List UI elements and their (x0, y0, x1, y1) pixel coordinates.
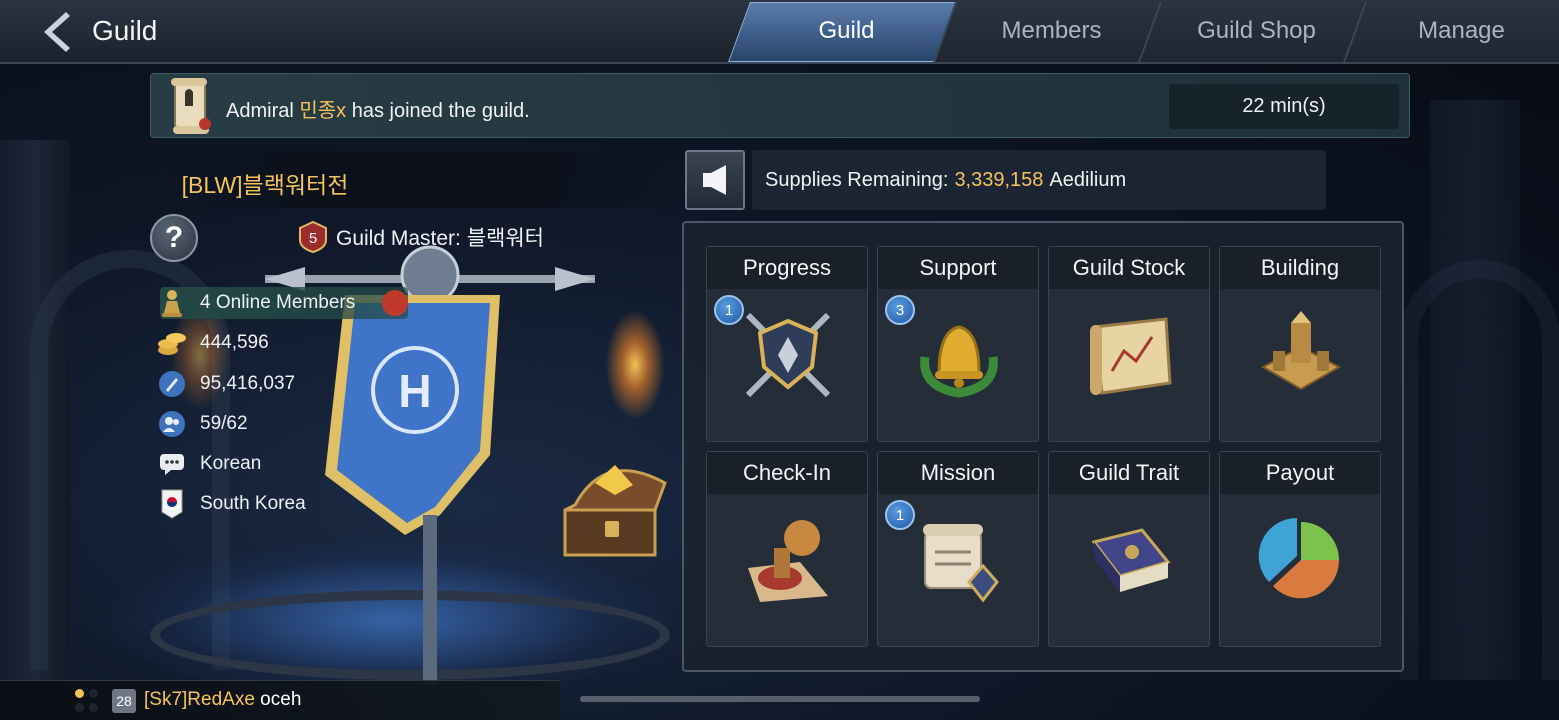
page-title: Guild (92, 15, 158, 46)
chat-bar[interactable]: 28 [Sk7]RedAxe oceh (0, 680, 560, 720)
tab-label: Guild (818, 17, 875, 44)
guild-power-value: 95,416,037 (200, 373, 296, 394)
notice-prefix: Admiral (226, 100, 300, 122)
chat-indicator-icon (75, 689, 101, 715)
progress-button[interactable]: Progress 1 (706, 246, 868, 442)
svg-text:H: H (398, 365, 431, 417)
check-in-button[interactable]: Check-In (706, 451, 868, 647)
book-icon (1091, 528, 1171, 592)
svg-text:5: 5 (309, 230, 317, 247)
stat-gold: 444,596 (156, 327, 269, 359)
stat-members: 59/62 (156, 408, 248, 440)
pie-chart-icon (1258, 517, 1340, 599)
stat-region: South Korea (156, 488, 306, 520)
card-title: Building (1220, 247, 1380, 289)
pawn-icon (156, 287, 188, 319)
stat-online: 4 Online Members (156, 287, 355, 319)
tab-manage[interactable]: Manage (1354, 0, 1559, 62)
scroll-icon (171, 78, 211, 134)
tab-label: Members (1001, 17, 1102, 44)
building-button[interactable]: Building (1219, 246, 1381, 442)
card-title: Support (878, 247, 1038, 289)
chat-bubble-icon (156, 448, 188, 480)
card-title: Guild Trait (1049, 452, 1209, 494)
tab-bar: Guild Members Guild Shop Manage (739, 0, 1559, 64)
top-bar: Guild Guild Members Guild Shop Manage (0, 0, 1559, 64)
supplies-value: 3,339,158 (954, 168, 1044, 191)
online-members-label: 4 Online Members (200, 292, 356, 313)
payout-button[interactable]: Payout (1219, 451, 1381, 647)
guild-master: 5 Guild Master: 블랙워터 (296, 220, 544, 254)
supplies-label: Supplies Remaining: (765, 168, 949, 191)
tab-label: Manage (1418, 17, 1505, 44)
castle-building-icon (1260, 311, 1342, 391)
support-button[interactable]: Support 3 (877, 246, 1039, 442)
members-icon (156, 408, 188, 440)
rank-badge-icon: 5 (299, 220, 327, 254)
back-arrow-icon (44, 12, 70, 52)
chat-sender-name[interactable]: [Sk7]RedAxe (144, 689, 255, 710)
arrow-right-icon (382, 290, 408, 316)
speaker-icon (703, 165, 726, 195)
guild-language-value: Korean (200, 453, 262, 474)
tab-label: Guild Shop (1197, 17, 1316, 44)
chat-message: [Sk7]RedAxe oceh (144, 689, 301, 711)
notice-message: Admiral 민종x has joined the guild. (226, 94, 530, 123)
supplies-remaining: Supplies Remaining: 3,339,158 Aedilium (752, 150, 1326, 210)
guild-master-label: Guild Master: 블랙워터 (336, 227, 544, 250)
question-icon: ? (164, 221, 184, 254)
guild-gold-value: 444,596 (200, 332, 269, 353)
guild-stock-button[interactable]: Guild Stock (1048, 246, 1210, 442)
card-title: Guild Stock (1049, 247, 1209, 289)
notice-time: 22 min(s) (1169, 84, 1399, 129)
crossed-swords-shield-icon (745, 312, 831, 398)
stamp-icon (748, 520, 828, 602)
card-title: Check-In (707, 452, 867, 494)
notice-suffix: has joined the guild. (346, 100, 530, 122)
guild-name: [BLW]블랙워터전 (181, 172, 349, 198)
stat-language: Korean (156, 448, 261, 480)
map-scroll-icon (1090, 317, 1172, 395)
guild-notice-bar[interactable]: Admiral 민종x has joined the guild. 22 min… (150, 73, 1410, 138)
sword-power-icon (156, 368, 188, 400)
back-button[interactable] (34, 8, 78, 56)
bell-wreath-icon (920, 325, 998, 398)
help-button[interactable]: ? (150, 214, 198, 262)
tab-guild-shop[interactable]: Guild Shop (1149, 0, 1364, 62)
chat-message-text: oceh (254, 689, 302, 710)
announcement-button[interactable] (685, 150, 745, 210)
guild-members-value: 59/62 (200, 413, 248, 434)
guild-region-value: South Korea (200, 493, 306, 514)
home-indicator (580, 696, 980, 702)
notice-player-name[interactable]: 민종x (299, 100, 346, 122)
supplies-unit: Aedilium (1049, 168, 1127, 191)
tab-guild[interactable]: Guild (739, 0, 954, 62)
mission-scroll-icon (923, 524, 999, 603)
stat-power: 95,416,037 (156, 368, 295, 400)
card-title: Progress (707, 247, 867, 289)
gold-coins-icon (156, 327, 188, 359)
player-level-badge: 28 (112, 689, 136, 713)
tab-members[interactable]: Members (944, 0, 1159, 62)
card-title: Mission (878, 452, 1038, 494)
treasure-chest-icon[interactable] (555, 455, 673, 567)
guild-features-panel: Progress 1 Support 3 Guild Stock Buildin… (682, 221, 1404, 672)
card-title: Payout (1220, 452, 1380, 494)
mission-button[interactable]: Mission 1 (877, 451, 1039, 647)
guild-trait-button[interactable]: Guild Trait (1048, 451, 1210, 647)
korea-flag-icon (156, 488, 188, 520)
